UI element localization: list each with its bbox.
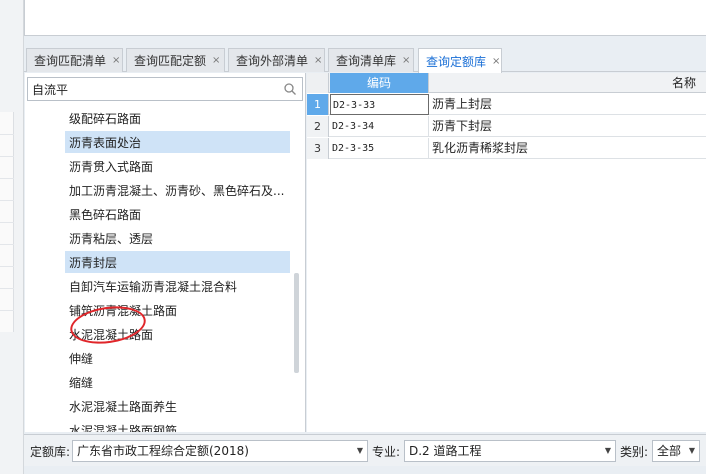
tree-item[interactable]: 水泥混凝土路面养生 <box>65 395 290 417</box>
tree-item[interactable]: 级配碎石路面 <box>65 107 290 129</box>
major-select[interactable]: D.2 道路工程 ▼ <box>404 440 616 462</box>
close-icon[interactable]: × <box>402 55 410 66</box>
tab-query-match-list[interactable]: 查询匹配清单 × <box>26 48 123 72</box>
tree-item-label: 沥青粘层、透层 <box>69 231 154 246</box>
grid-header: 编码 名称 <box>307 73 706 93</box>
column-header-name[interactable]: 名称 <box>430 73 706 93</box>
tree-item-label: 自卸汽车运输沥青混凝土混合料 <box>69 279 238 294</box>
close-icon[interactable]: × <box>112 55 120 66</box>
quota-code-cell[interactable]: D2-3-33 <box>330 94 429 115</box>
quota-code-cell[interactable]: D2-3-35 <box>330 138 429 159</box>
tab-label: 查询外部清单 <box>236 54 309 68</box>
close-icon[interactable]: × <box>212 55 220 66</box>
major-value: D.2 道路工程 <box>409 444 482 458</box>
tree-item-label: 加工沥青混凝土、沥青砂、黑色碎石及... <box>69 183 285 198</box>
quota-name-cell[interactable]: 乳化沥青稀浆封层 <box>430 138 706 159</box>
category-label: 类别: <box>620 445 649 459</box>
row-number: 3 <box>307 138 329 159</box>
quota-chapter-tree: 级配碎石路面 沥青表面处治 沥青贯入式路面 加工沥青混凝土、沥青砂、黑色碎石及.… <box>25 107 295 432</box>
tree-item[interactable]: 加工沥青混凝土、沥青砂、黑色碎石及... <box>65 179 290 201</box>
search-box[interactable] <box>27 77 303 101</box>
quota-name-cell[interactable]: 沥青下封层 <box>430 116 706 137</box>
left-panel-strip <box>0 0 24 474</box>
table-row[interactable]: 2 D2-3-34 沥青下封层 <box>307 116 706 137</box>
row-number: 1 <box>307 94 329 115</box>
tree-item-label: 黑色碎石路面 <box>69 207 142 222</box>
search-input[interactable] <box>28 78 278 100</box>
tree-item[interactable]: 沥青贯入式路面 <box>65 155 290 177</box>
chevron-down-icon: ▼ <box>604 446 611 455</box>
tree-item[interactable]: 伸缝 <box>65 347 290 369</box>
column-header-code[interactable]: 编码 <box>330 73 429 93</box>
tab-label: 查询匹配清单 <box>34 54 107 68</box>
tab-label: 查询清单库 <box>336 54 397 68</box>
tab-query-match-quota[interactable]: 查询匹配定额 × <box>126 48 225 72</box>
tree-item[interactable]: 缩缝 <box>65 371 290 393</box>
tree-item[interactable]: 铺筑沥青混凝土路面 <box>65 299 290 321</box>
quota-library-label: 定额库: <box>30 445 71 459</box>
tree-item-label: 沥青封层 <box>69 255 118 270</box>
query-tab-bar: 查询匹配清单 × 查询匹配定额 × 查询外部清单 × 查询清单库 × 查询定额库… <box>24 48 706 73</box>
filter-bar: 定额库: 广东省市政工程综合定额(2018) ▼ 专业: D.2 道路工程 ▼ … <box>24 434 706 466</box>
close-icon[interactable]: × <box>492 56 500 67</box>
grid-corner[interactable] <box>307 73 329 93</box>
tree-item-label: 沥青表面处治 <box>69 135 142 150</box>
tab-query-external-list[interactable]: 查询外部清单 × <box>228 48 325 72</box>
tree-item-label: 铺筑沥青混凝土路面 <box>69 303 178 318</box>
tree-item-label: 水泥混凝土路面养生 <box>69 399 178 414</box>
search-icon[interactable] <box>283 82 297 96</box>
tab-label: 查询匹配定额 <box>134 54 207 68</box>
tab-query-list-library[interactable]: 查询清单库 × <box>328 48 414 72</box>
tab-label: 查询定额库 <box>426 54 487 69</box>
quota-tree-pane: 级配碎石路面 沥青表面处治 沥青贯入式路面 加工沥青混凝土、沥青砂、黑色碎石及.… <box>25 73 306 432</box>
chevron-down-icon: ▼ <box>688 446 695 455</box>
quota-code-cell[interactable]: D2-3-34 <box>330 116 429 137</box>
tree-item-label: 缩缝 <box>69 375 94 390</box>
tree-item-label: 水泥混凝土路面钢筋 <box>69 423 178 433</box>
tree-item-label: 沥青贯入式路面 <box>69 159 154 174</box>
row-number: 2 <box>307 116 329 137</box>
tree-item-label: 伸缝 <box>69 351 94 366</box>
tree-item[interactable]: 黑色碎石路面 <box>65 203 290 225</box>
tree-item-selected[interactable]: 沥青封层 <box>65 251 290 273</box>
tree-item-label: 级配碎石路面 <box>69 111 142 126</box>
chevron-down-icon: ▼ <box>356 446 363 455</box>
tree-item[interactable]: 沥青表面处治 <box>65 131 290 153</box>
tab-query-quota-library[interactable]: 查询定额库 × <box>418 48 502 73</box>
tree-item[interactable]: 沥青粘层、透层 <box>65 227 290 249</box>
close-icon[interactable]: × <box>314 55 322 66</box>
table-row[interactable]: 1 D2-3-33 沥青上封层 <box>307 94 706 115</box>
tree-item[interactable]: 水泥混凝土路面 <box>65 323 290 345</box>
upper-panel <box>24 0 706 36</box>
quota-name-cell[interactable]: 沥青上封层 <box>430 94 706 115</box>
category-value: 全部 <box>657 444 682 458</box>
tree-scrollbar[interactable] <box>294 273 299 373</box>
left-strip-grid <box>0 112 14 332</box>
major-label: 专业: <box>372 445 401 459</box>
table-row[interactable]: 3 D2-3-35 乳化沥青稀浆封层 <box>307 138 706 159</box>
tree-item[interactable]: 自卸汽车运输沥青混凝土混合料 <box>65 275 290 297</box>
quota-library-select[interactable]: 广东省市政工程综合定额(2018) ▼ <box>72 440 368 462</box>
quota-library-value: 广东省市政工程综合定额(2018) <box>77 444 249 458</box>
category-select[interactable]: 全部 ▼ <box>652 440 700 462</box>
quota-grid-pane: 编码 名称 1 D2-3-33 沥青上封层 2 D2-3-34 沥青下封层 3 … <box>307 73 706 432</box>
tree-item-label: 水泥混凝土路面 <box>69 327 154 342</box>
tree-item[interactable]: 水泥混凝土路面钢筋 <box>65 419 290 433</box>
